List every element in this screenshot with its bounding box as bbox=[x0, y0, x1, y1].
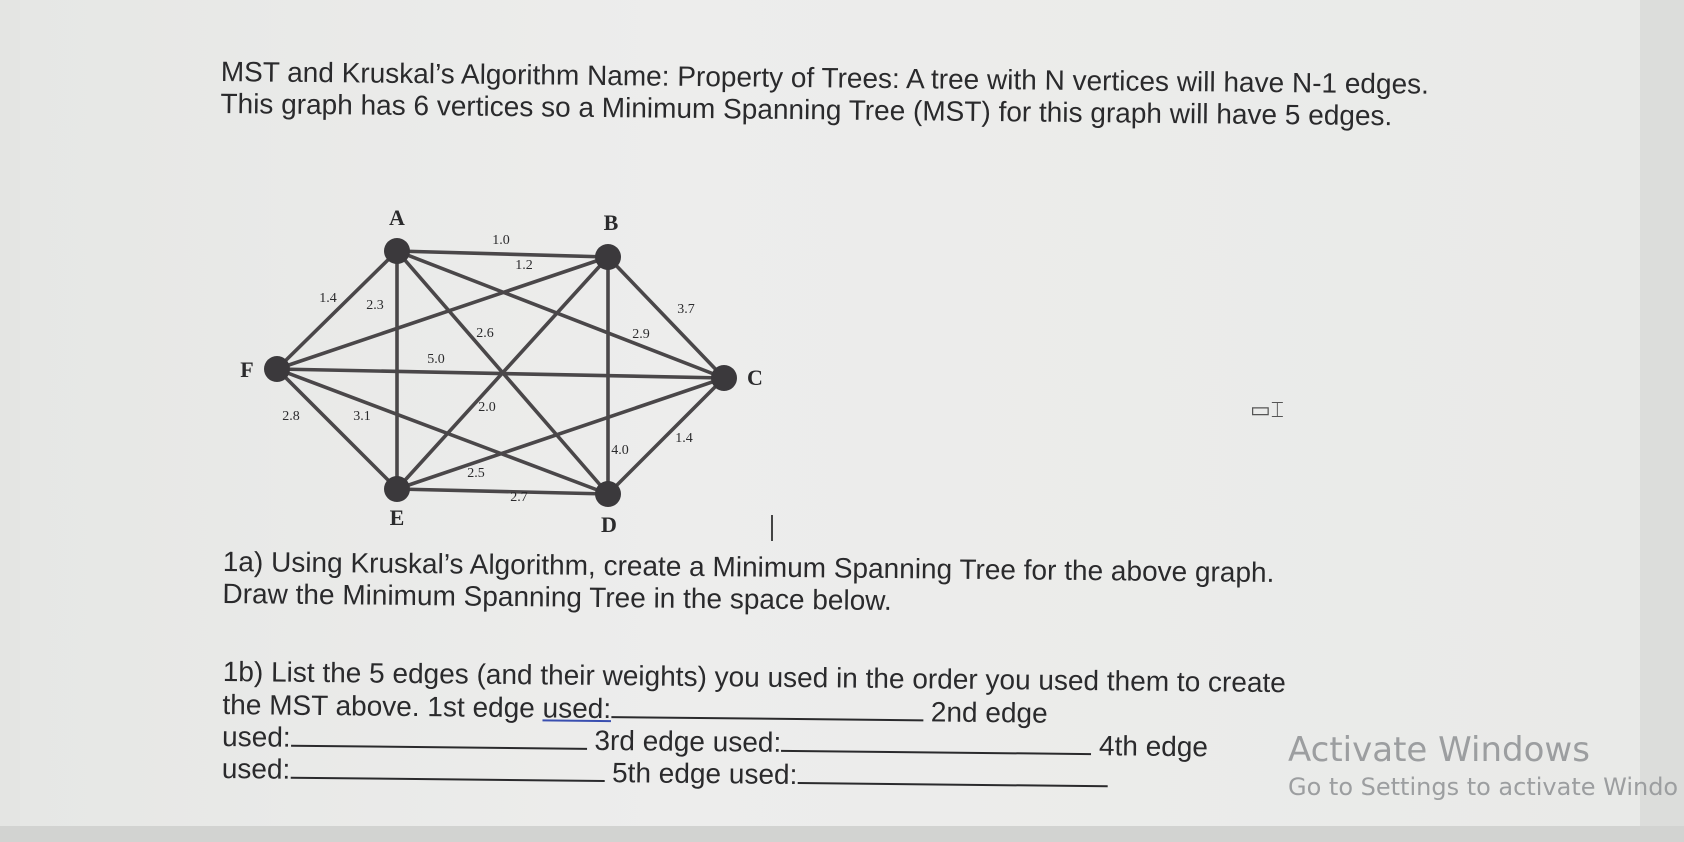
edge-BC bbox=[606, 255, 726, 380]
edge-FE bbox=[275, 367, 399, 491]
vertex-label-E: E bbox=[390, 505, 405, 530]
q1b-text: 2nd edge bbox=[930, 696, 1048, 729]
intro-paragraph: MST and Kruskal’s Algorithm Name: Proper… bbox=[220, 56, 1430, 132]
edge-weight-BE: 2.0 bbox=[478, 400, 496, 415]
vertex-C bbox=[711, 365, 737, 391]
q1b-used-label: used: bbox=[542, 692, 612, 725]
vertex-A bbox=[384, 238, 410, 264]
vertex-D bbox=[595, 481, 621, 507]
edge-ED bbox=[395, 487, 610, 496]
watermark-subtitle: Go to Settings to activate Windo bbox=[1288, 773, 1679, 801]
edge-weight-BD: 4.0 bbox=[611, 443, 629, 458]
edge-weight-AE: 2.3 bbox=[366, 298, 384, 313]
edge-CD bbox=[606, 376, 726, 496]
bottom-bar bbox=[0, 826, 1684, 842]
edge-weight-FD: 3.1 bbox=[353, 409, 371, 424]
vertex-E bbox=[384, 476, 410, 502]
question-1a: 1a) Using Kruskal’s Algorithm, create a … bbox=[222, 546, 1473, 623]
answer-blank-2[interactable] bbox=[290, 720, 587, 750]
edge-weight-AD: 2.6 bbox=[476, 326, 494, 341]
edge-weight-CD: 1.4 bbox=[675, 431, 693, 446]
answer-blank-1[interactable] bbox=[611, 692, 924, 722]
edge-AC bbox=[395, 249, 726, 380]
page-edge bbox=[1640, 0, 1684, 842]
vertex-label-C: C bbox=[747, 365, 763, 390]
q1b-text: used: bbox=[221, 752, 291, 785]
edge-weight-FB: 1.2 bbox=[515, 258, 533, 273]
edge-weight-FA: 1.4 bbox=[319, 291, 337, 306]
activation-watermark: Activate Windows Go to Settings to activ… bbox=[1288, 730, 1678, 804]
vertex-B bbox=[595, 244, 621, 270]
answer-blank-3[interactable] bbox=[781, 725, 1092, 756]
answer-blank-4[interactable] bbox=[290, 752, 605, 782]
q1b-text: the MST above. 1st edge bbox=[222, 688, 543, 724]
vertex-label-B: B bbox=[604, 210, 619, 235]
weighted-graph: 1.0 1.2 1.4 2.3 2.6 3.7 2.9 5.0 2.8 3.1 2.0 4.0 1.4 2… bbox=[225, 205, 785, 545]
edge-weight-FC: 5.0 bbox=[427, 352, 445, 367]
edge-weight-AB: 1.0 bbox=[492, 233, 510, 248]
vertex-F bbox=[264, 356, 290, 382]
vertex-label-D: D bbox=[601, 512, 617, 537]
q1b-text: 4th edge bbox=[1098, 730, 1209, 763]
edge-weight-AC: 2.9 bbox=[632, 327, 650, 342]
answer-blank-5[interactable] bbox=[797, 758, 1108, 788]
edge-weight-ED: 2.7 bbox=[510, 490, 528, 505]
q1b-text: 3rd edge used: bbox=[594, 724, 782, 758]
insertion-caret bbox=[771, 515, 773, 541]
q1b-text: used: bbox=[221, 720, 291, 753]
text-cursor-icon: ▭⌶ bbox=[1250, 398, 1284, 423]
vertex-label-F: F bbox=[240, 357, 253, 382]
edge-weight-BC: 3.7 bbox=[677, 302, 695, 317]
question-1b: 1b) List the 5 edges (and their weights)… bbox=[222, 656, 1473, 797]
vertex-label-A: A bbox=[389, 205, 405, 230]
watermark-title: Activate Windows bbox=[1288, 730, 1590, 770]
edge-AB bbox=[395, 249, 610, 259]
edge-weight-FE: 2.8 bbox=[282, 409, 300, 424]
graph-figure: 1.0 1.2 1.4 2.3 2.6 3.7 2.9 5.0 2.8 3.1 2.0 4.0 1.4 2… bbox=[240, 205, 763, 537]
edge-weight-EC: 2.5 bbox=[467, 466, 485, 481]
q1b-text: 5th edge used: bbox=[611, 757, 798, 791]
